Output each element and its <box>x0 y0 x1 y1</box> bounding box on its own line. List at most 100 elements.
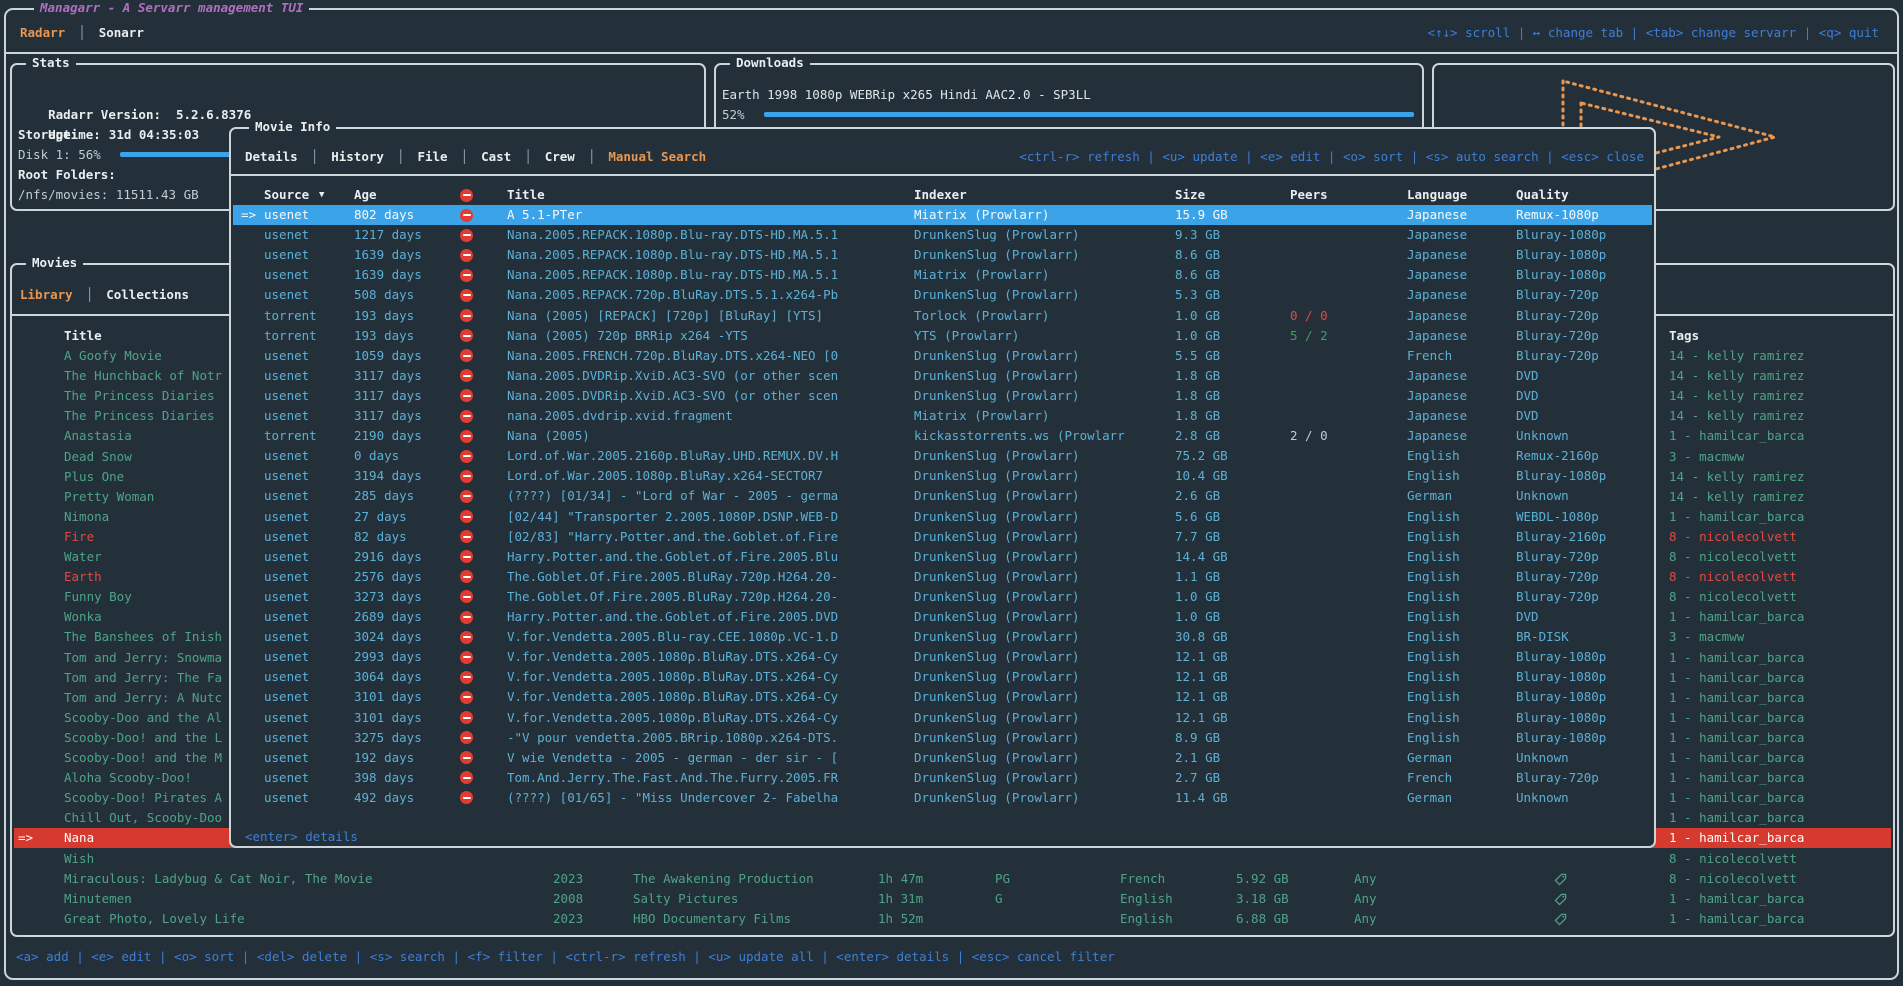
movie-size-cell: 5.92 GB <box>1236 869 1289 889</box>
release-language-cell: Japanese <box>1407 265 1467 285</box>
rejected-icon <box>460 389 473 402</box>
movie-row[interactable]: Minutemen2008Salty Pictures1h 31mGEnglis… <box>14 889 1891 909</box>
release-age-cell: 1217 days <box>354 225 422 245</box>
release-row[interactable]: usenet1639 daysNana.2005.REPACK.1080p.Bl… <box>233 245 1652 265</box>
release-age-cell: 3273 days <box>354 587 422 607</box>
release-source-cell: usenet <box>264 607 309 627</box>
release-row[interactable]: usenet1639 daysNana.2005.REPACK.1080p.Bl… <box>233 265 1652 285</box>
release-row[interactable]: usenet3275 days-"V pour vendetta.2005.BR… <box>233 728 1652 748</box>
release-row[interactable]: usenet285 days(????) [01/34] - "Lord of … <box>233 486 1652 506</box>
release-size-cell: 8.6 GB <box>1175 245 1220 265</box>
column-header-size[interactable]: Size <box>1175 185 1205 205</box>
rejected-icon <box>460 289 473 302</box>
release-quality-cell: DVD <box>1516 386 1539 406</box>
release-peers-cell: 0 / 0 <box>1290 306 1328 326</box>
release-quality-cell: DVD <box>1516 607 1539 627</box>
modal-tab-file[interactable]: File <box>417 147 447 167</box>
release-row[interactable]: usenet3117 daysNana.2005.DVDRip.XviD.AC3… <box>233 386 1652 406</box>
release-language-cell: Japanese <box>1407 386 1467 406</box>
release-row[interactable]: usenet3117 daysnana.2005.dvdrip.xvid.fra… <box>233 406 1652 426</box>
tab-library[interactable]: Library <box>20 285 73 305</box>
servarr-tab-bar: Radarr Sonarr <box>20 23 144 43</box>
release-title-cell: V.for.Vendetta.2005.1080p.BluRay.DTS.x26… <box>507 687 838 707</box>
release-row[interactable]: usenet3064 daysV.for.Vendetta.2005.1080p… <box>233 667 1652 687</box>
modal-tab-cast[interactable]: Cast <box>481 147 511 167</box>
release-row[interactable]: usenet2916 daysHarry.Potter.and.the.Gobl… <box>233 547 1652 567</box>
tab-radarr[interactable]: Radarr <box>20 23 65 43</box>
movie-language-cell: English <box>1120 909 1173 929</box>
movie-studio-cell: Salty Pictures <box>633 889 738 909</box>
movie-row[interactable]: Great Photo, Lovely Life2023HBO Document… <box>14 909 1891 929</box>
release-row[interactable]: usenet398 daysTom.And.Jerry.The.Fast.And… <box>233 768 1652 788</box>
release-quality-cell: Bluray-1080p <box>1516 647 1606 667</box>
release-row[interactable]: usenet82 days[02/83] "Harry.Potter.and.t… <box>233 527 1652 547</box>
release-row[interactable]: usenet492 days(????) [01/65] - "Miss Und… <box>233 788 1652 808</box>
release-quality-cell: Unknown <box>1516 426 1569 446</box>
release-row[interactable]: usenet27 days[02/44] "Transporter 2.2005… <box>233 507 1652 527</box>
movie-tags-cell: 3 - macmww <box>1669 447 1744 467</box>
tab-collections[interactable]: Collections <box>106 285 189 305</box>
release-row[interactable]: usenet508 daysNana.2005.REPACK.720p.BluR… <box>233 285 1652 305</box>
release-row[interactable]: usenet192 daysV wie Vendetta - 2005 - ge… <box>233 748 1652 768</box>
movie-row[interactable]: Wish8 - nicolecolvett <box>14 849 1891 869</box>
release-row[interactable]: usenet3024 daysV.for.Vendetta.2005.Blu-r… <box>233 627 1652 647</box>
release-title-cell: V.for.Vendetta.2005.1080p.BluRay.DTS.x26… <box>507 667 838 687</box>
release-row[interactable]: torrent2190 daysNana (2005)kickasstorren… <box>233 426 1652 446</box>
column-header-age[interactable]: Age <box>354 185 377 205</box>
release-language-cell: Japanese <box>1407 205 1467 225</box>
release-row[interactable]: usenet3101 daysV.for.Vendetta.2005.1080p… <box>233 708 1652 728</box>
column-header-source[interactable]: Source <box>264 185 309 205</box>
release-row[interactable]: =>usenet802 daysA 5.1-PTerMiatrix (Prowl… <box>233 205 1652 225</box>
movie-tags-cell: 1 - hamilcar_barca <box>1669 909 1804 929</box>
column-header-release-title[interactable]: Title <box>507 185 545 205</box>
release-language-cell: German <box>1407 748 1452 768</box>
release-source-cell: usenet <box>264 708 309 728</box>
rejected-icon <box>460 450 473 463</box>
download-item[interactable]: Earth 1998 1080p WEBRip x265 Hindi AAC2.… <box>722 85 1091 105</box>
movie-tags-cell: 14 - kelly ramirez <box>1669 386 1804 406</box>
release-row[interactable]: usenet1217 daysNana.2005.REPACK.1080p.Bl… <box>233 225 1652 245</box>
release-language-cell: German <box>1407 788 1452 808</box>
movie-row[interactable]: Miraculous: Ladybug & Cat Noir, The Movi… <box>14 869 1891 889</box>
modal-tab-crew[interactable]: Crew <box>545 147 575 167</box>
release-language-cell: English <box>1407 527 1460 547</box>
tab-sonarr[interactable]: Sonarr <box>99 23 144 43</box>
release-row[interactable]: usenet2576 daysThe.Goblet.Of.Fire.2005.B… <box>233 567 1652 587</box>
release-source-cell: usenet <box>264 667 309 687</box>
release-row[interactable]: usenet3273 daysThe.Goblet.Of.Fire.2005.B… <box>233 587 1652 607</box>
release-source-cell: usenet <box>264 245 309 265</box>
release-row[interactable]: usenet2689 daysHarry.Potter.and.the.Gobl… <box>233 607 1652 627</box>
column-header-quality[interactable]: Quality <box>1516 185 1569 205</box>
modal-tab-manual-search[interactable]: Manual Search <box>608 147 706 167</box>
release-row[interactable]: torrent193 daysNana (2005) [REPACK] [720… <box>233 306 1652 326</box>
release-indexer-cell: kickasstorrents.ws (Prowlarr <box>914 426 1125 446</box>
release-row[interactable]: usenet3101 daysV.for.Vendetta.2005.1080p… <box>233 687 1652 707</box>
release-quality-cell: Unknown <box>1516 788 1569 808</box>
release-row[interactable]: usenet3194 daysLord.of.War.2005.1080p.Bl… <box>233 466 1652 486</box>
release-age-cell: 193 days <box>354 306 414 326</box>
modal-tab-history[interactable]: History <box>331 147 384 167</box>
column-header-indexer[interactable]: Indexer <box>914 185 967 205</box>
release-indexer-cell: DrunkenSlug (Prowlarr) <box>914 768 1080 788</box>
release-row[interactable]: torrent193 daysNana (2005) 720p BRRip x2… <box>233 326 1652 346</box>
rejected-icon <box>460 490 473 503</box>
release-quality-cell: Unknown <box>1516 748 1569 768</box>
release-size-cell: 2.6 GB <box>1175 486 1220 506</box>
column-header-language[interactable]: Language <box>1407 185 1467 205</box>
release-indexer-cell: DrunkenSlug (Prowlarr) <box>914 708 1080 728</box>
release-title-cell: Harry.Potter.and.the.Goblet.of.Fire.2005… <box>507 547 838 567</box>
release-quality-cell: BR-DISK <box>1516 627 1569 647</box>
movie-profile-cell: Any <box>1354 869 1377 889</box>
modal-tab-details[interactable]: Details <box>245 147 298 167</box>
movie-tags-cell: 1 - hamilcar_barca <box>1669 426 1804 446</box>
release-size-cell: 2.1 GB <box>1175 748 1220 768</box>
release-row[interactable]: usenet0 daysLord.of.War.2005.2160p.BluRa… <box>233 446 1652 466</box>
release-row[interactable]: usenet1059 daysNana.2005.FRENCH.720p.Blu… <box>233 346 1652 366</box>
movie-title-cell: Tom and Jerry: Snowma <box>64 648 222 668</box>
movie-profile-cell: Any <box>1354 889 1377 909</box>
movie-language-cell: English <box>1120 889 1173 909</box>
release-row[interactable]: usenet2993 daysV.for.Vendetta.2005.1080p… <box>233 647 1652 667</box>
release-row[interactable]: usenet3117 daysNana.2005.DVDRip.XviD.AC3… <box>233 366 1652 386</box>
release-size-cell: 75.2 GB <box>1175 446 1228 466</box>
column-header-peers[interactable]: Peers <box>1290 185 1328 205</box>
